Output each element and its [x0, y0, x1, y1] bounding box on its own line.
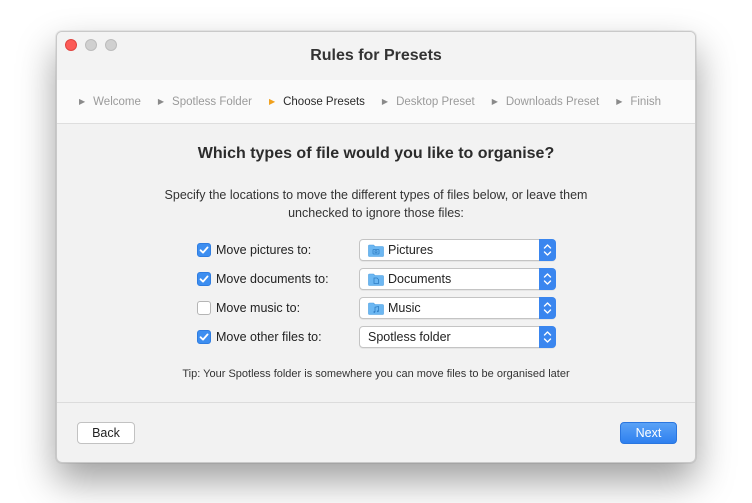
chevron-up-down-icon [539, 297, 556, 319]
step-label: Finish [630, 95, 662, 108]
checkmark-icon [199, 333, 209, 341]
documents-folder-icon [368, 273, 384, 286]
pictures-folder-icon [368, 244, 384, 257]
description-line: Specify the locations to move the differ… [164, 188, 588, 202]
pictures-label: Move pictures to: [216, 243, 312, 257]
checkmark-icon [199, 246, 209, 254]
other-files-destination-popup[interactable]: Spotless folder [359, 326, 556, 348]
chevron-up-down-icon [539, 326, 556, 348]
title-bar: Rules for Presets [57, 32, 695, 80]
step-label: Choose Presets [283, 95, 365, 108]
music-checkbox[interactable] [197, 301, 211, 315]
checkmark-icon [199, 275, 209, 283]
pictures-checkbox[interactable] [197, 243, 211, 257]
wizard-steps: ▶ Welcome ▶ Spotless Folder ▶ Choose Pre… [57, 80, 695, 124]
rule-row-documents: Move documents to: [197, 268, 329, 290]
other-files-label: Move other files to: [216, 330, 322, 344]
step-arrow-icon: ▶ [157, 97, 165, 106]
step-spotless-folder: ▶ Spotless Folder [158, 96, 252, 108]
music-destination-value: Music [388, 301, 421, 315]
pictures-destination-value: Pictures [388, 243, 434, 257]
step-desktop-preset: ▶ Desktop Preset [382, 96, 475, 108]
other-files-destination-value: Spotless folder [368, 330, 451, 344]
step-arrow-icon: ▶ [79, 97, 86, 106]
music-folder-icon [368, 302, 384, 315]
step-downloads-preset: ▶ Downloads Preset [492, 96, 599, 108]
rule-row-other-files: Move other files to: [197, 326, 322, 348]
window-title: Rules for Presets [310, 47, 442, 64]
wizard-window: Rules for Presets ▶ Welcome ▶ Spotless F… [56, 31, 696, 463]
back-button[interactable]: Back [77, 422, 135, 444]
chevron-up-down-icon [539, 268, 556, 290]
step-label: Spotless Folder [172, 95, 252, 108]
step-arrow-icon: ▶ [491, 97, 498, 106]
step-label: Desktop Preset [396, 95, 475, 108]
chevron-up-down-icon [539, 239, 556, 261]
documents-label: Move documents to: [216, 272, 329, 286]
description-line: unchecked to ignore those files: [288, 206, 464, 220]
pictures-destination-popup[interactable]: Pictures [359, 239, 556, 261]
step-label: Welcome [93, 95, 141, 108]
tip-text: Tip: Your Spotless folder is somewhere y… [182, 368, 570, 380]
step-welcome: ▶ Welcome [79, 96, 141, 108]
documents-checkbox[interactable] [197, 272, 211, 286]
documents-destination-popup[interactable]: Documents [359, 268, 556, 290]
music-label: Move music to: [216, 301, 301, 315]
next-button[interactable]: Next [620, 422, 677, 444]
other-files-checkbox[interactable] [197, 330, 211, 344]
rule-row-pictures: Move pictures to: [197, 239, 311, 261]
step-label: Downloads Preset [505, 95, 600, 108]
page-heading: Which types of file would you like to or… [197, 145, 555, 162]
music-destination-popup[interactable]: Music [359, 297, 556, 319]
footer-divider [57, 402, 695, 403]
rule-row-music: Move music to: [197, 297, 300, 319]
step-choose-presets: ▶ Choose Presets [269, 96, 365, 108]
page-description: Specify the locations to move the differ… [127, 186, 625, 222]
step-arrow-icon: ▶ [616, 97, 623, 106]
step-finish: ▶ Finish [616, 96, 661, 108]
step-arrow-icon: ▶ [381, 97, 389, 106]
step-arrow-icon: ▶ [268, 97, 276, 106]
documents-destination-value: Documents [388, 272, 452, 286]
